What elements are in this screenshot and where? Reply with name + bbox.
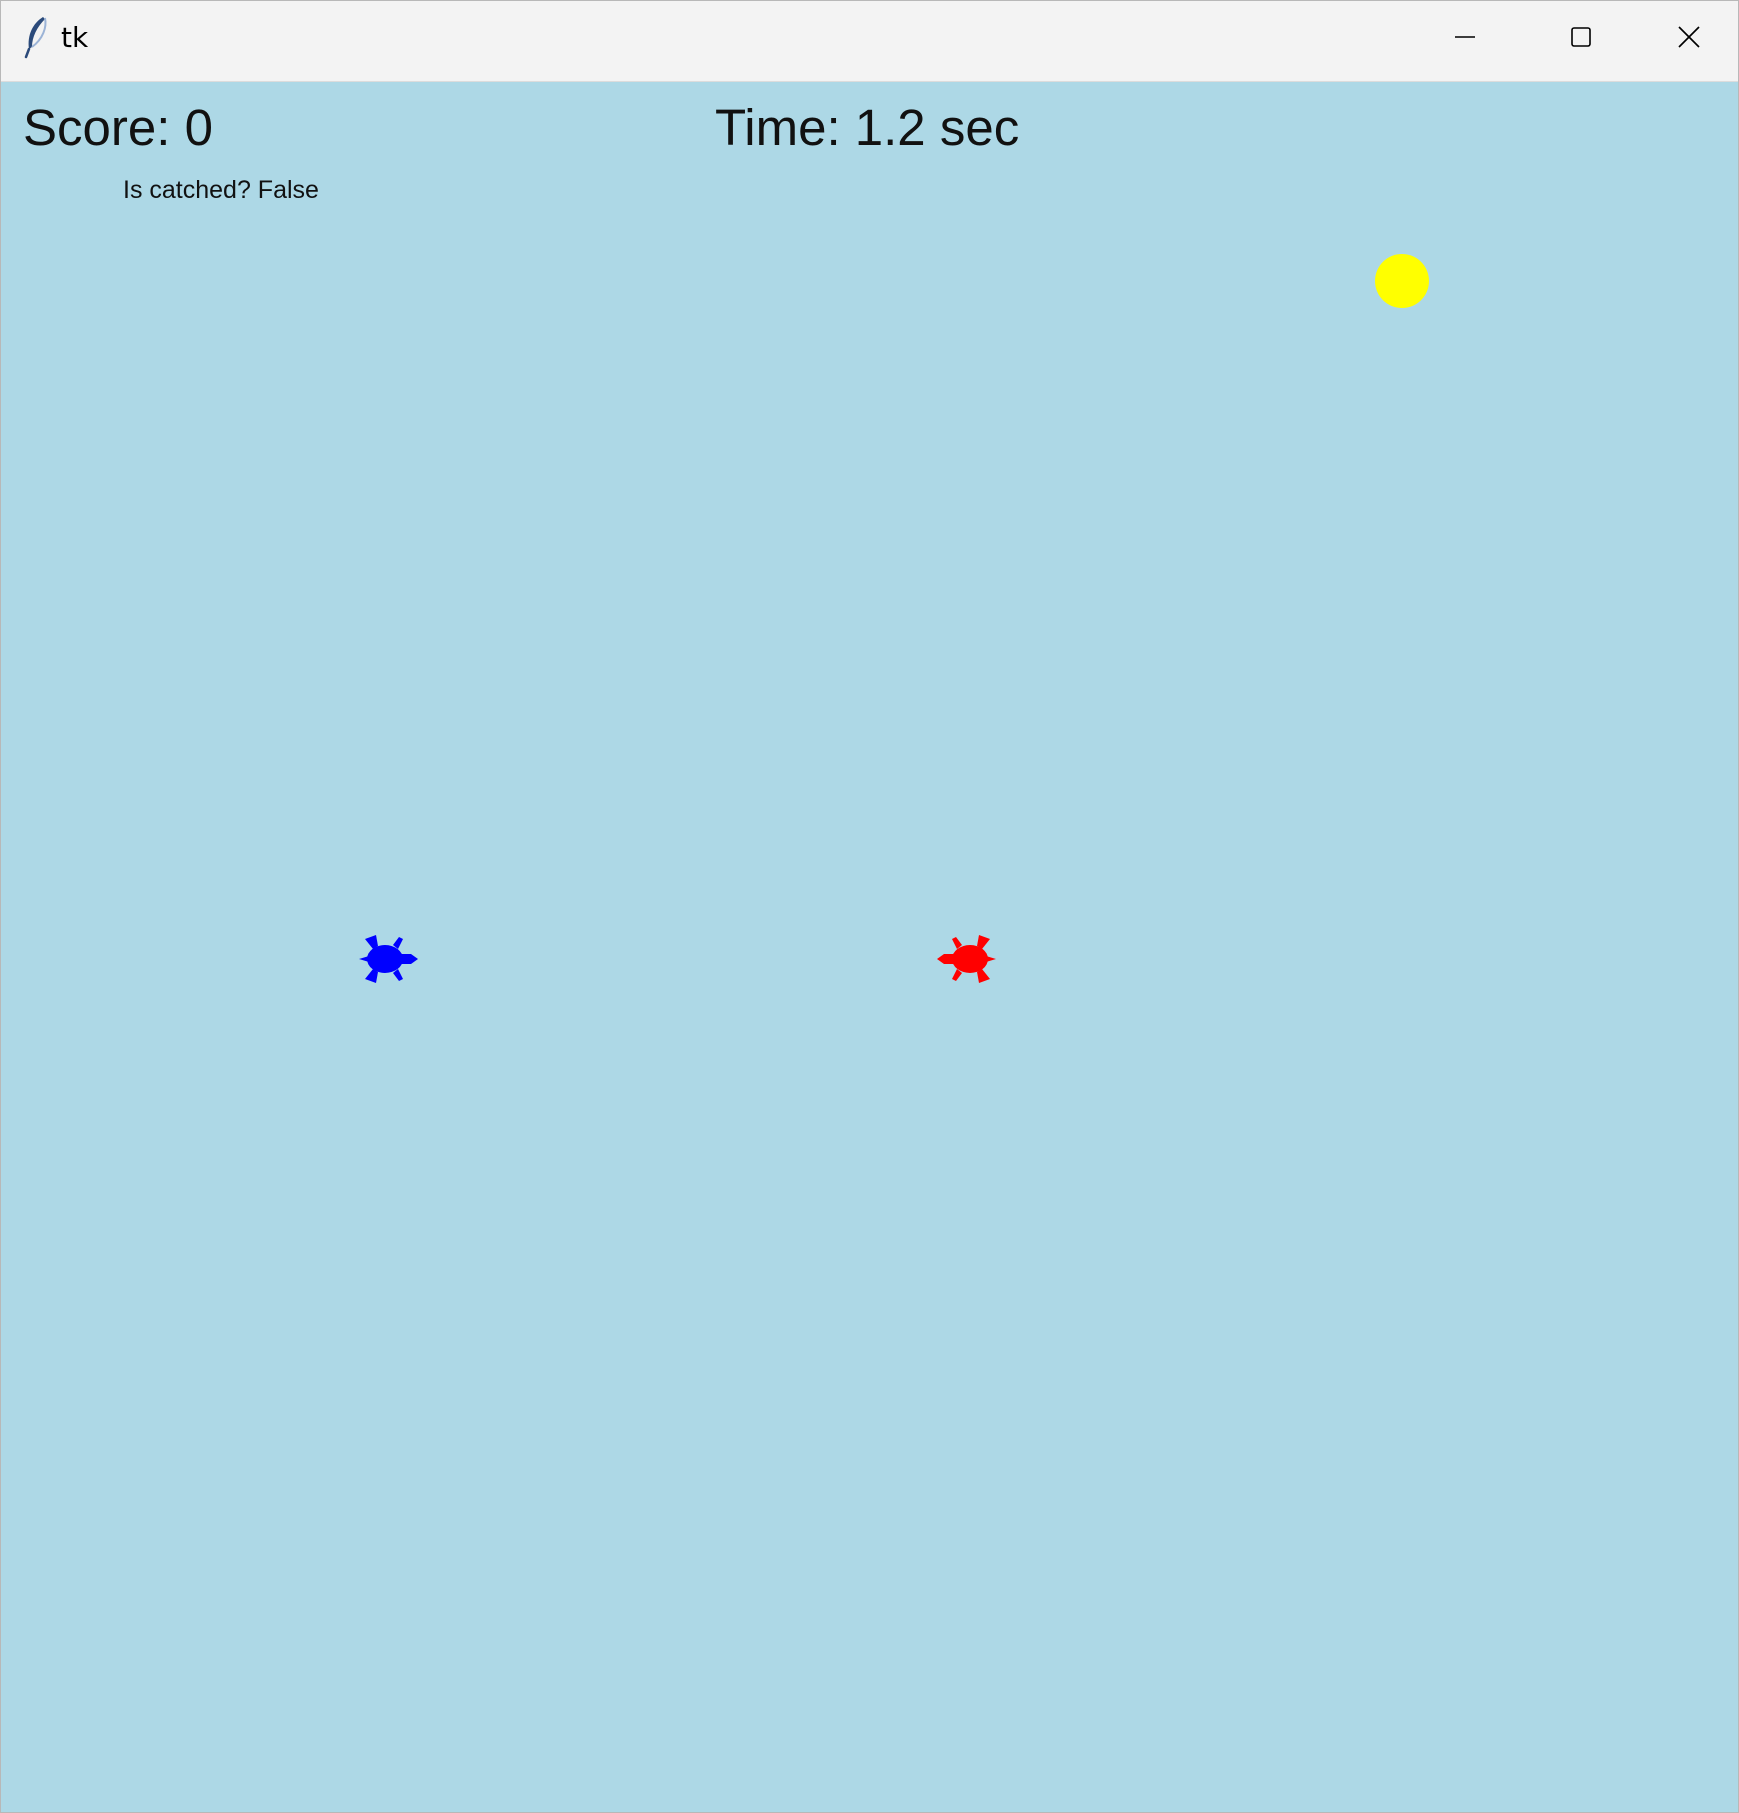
enemy-turtle (937, 935, 996, 983)
window-title: tk (61, 21, 89, 54)
maximize-icon (1571, 27, 1591, 47)
close-icon (1678, 26, 1700, 48)
time-label: Time: 1.2 sec (715, 99, 1020, 156)
food-circle (1375, 254, 1429, 308)
app-window: tk Score: 0 Time: 1.2 sec Is catched? Fa… (0, 0, 1739, 1813)
game-canvas[interactable]: Score: 0 Time: 1.2 sec Is catched? False (1, 82, 1738, 1812)
player-turtle (359, 935, 418, 983)
title-bar[interactable]: tk (1, 1, 1738, 82)
catched-status-label: Is catched? False (123, 176, 319, 204)
maximize-button[interactable] (1523, 1, 1639, 73)
minimize-icon (1455, 36, 1475, 38)
feather-icon (24, 17, 47, 59)
score-label: Score: 0 (23, 99, 213, 156)
close-button[interactable] (1639, 1, 1738, 73)
minimize-button[interactable] (1407, 1, 1523, 73)
